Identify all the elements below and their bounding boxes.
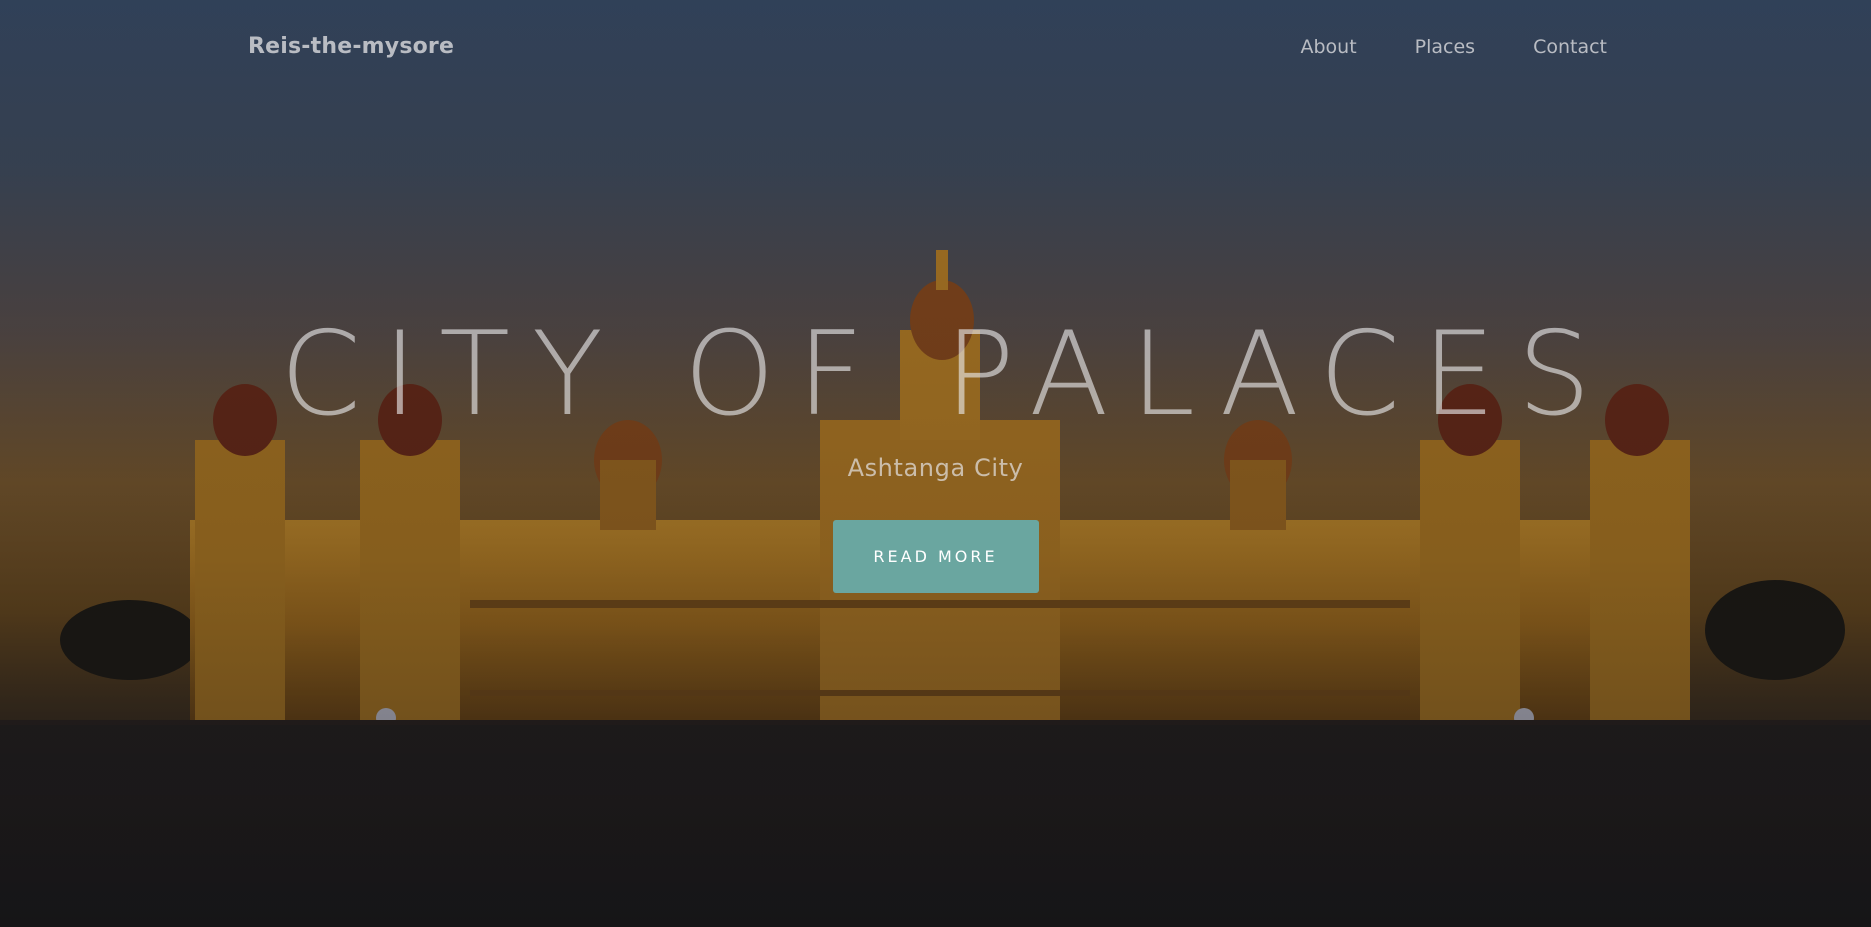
hero-subtitle: Ashtanga City: [847, 454, 1024, 482]
hero-content: CITY OF PALACES Ashtanga City READ MORE: [0, 300, 1871, 593]
nav-link-about[interactable]: About: [1300, 36, 1356, 58]
read-more-button[interactable]: READ MORE: [832, 520, 1039, 593]
top-navbar: Reis-the-mysore About Places Contact: [0, 0, 1871, 100]
brand-logo-link[interactable]: Reis-the-mysore: [248, 34, 454, 59]
hero-title: CITY OF PALACES: [279, 307, 1614, 442]
nav-link-places[interactable]: Places: [1415, 36, 1475, 58]
hero-section: Reis-the-mysore About Places Contact CIT…: [0, 0, 1871, 927]
nav-links: About Places Contact: [1300, 36, 1607, 58]
nav-link-contact[interactable]: Contact: [1533, 36, 1607, 58]
